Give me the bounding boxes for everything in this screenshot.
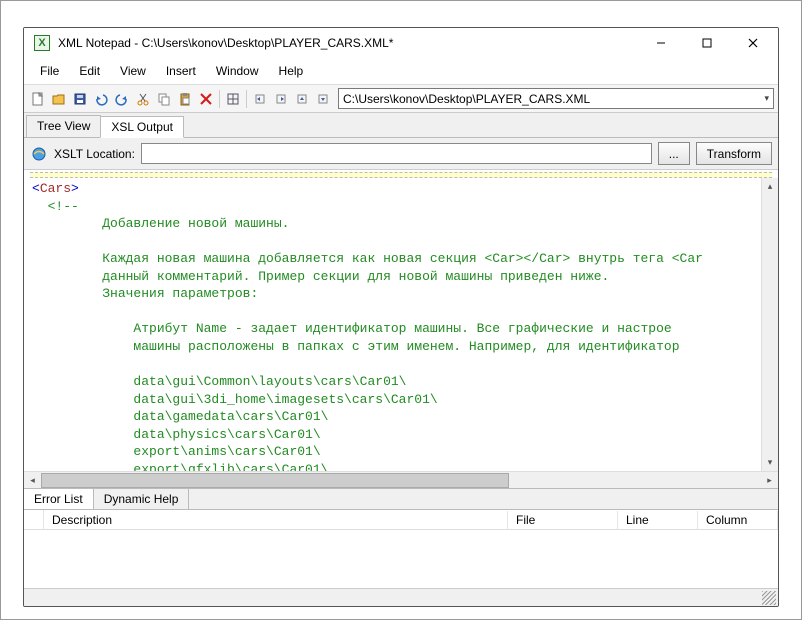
- menu-file[interactable]: File: [30, 60, 69, 82]
- bottom-tabs: Error List Dynamic Help: [24, 488, 778, 510]
- nudge-up-icon[interactable]: [292, 89, 312, 109]
- tab-error-list[interactable]: Error List: [24, 489, 94, 509]
- hscroll-thumb[interactable]: [41, 473, 509, 488]
- error-list-header: Description File Line Column: [24, 510, 778, 530]
- browse-button[interactable]: ...: [658, 142, 690, 165]
- menubar: File Edit View Insert Window Help: [24, 58, 778, 85]
- col-description[interactable]: Description: [44, 511, 508, 529]
- outer-frame: X XML Notepad - C:\Users\konov\Desktop\P…: [0, 0, 802, 620]
- window-title: XML Notepad - C:\Users\konov\Desktop\PLA…: [58, 36, 638, 50]
- transform-button[interactable]: Transform: [696, 142, 772, 165]
- copy-icon[interactable]: [154, 89, 174, 109]
- menu-edit[interactable]: Edit: [69, 60, 110, 82]
- hscroll-track[interactable]: [41, 472, 761, 489]
- col-line[interactable]: Line: [618, 511, 698, 529]
- nudge-left-icon[interactable]: [250, 89, 270, 109]
- scroll-left-icon[interactable]: ◂: [24, 472, 41, 489]
- nudge-right-icon[interactable]: [271, 89, 291, 109]
- dropdown-arrow-icon[interactable]: ▾: [764, 93, 769, 104]
- resize-grip[interactable]: [762, 591, 776, 605]
- menu-insert[interactable]: Insert: [156, 60, 206, 82]
- scroll-right-icon[interactable]: ▸: [761, 472, 778, 489]
- app-icon: X: [34, 35, 50, 51]
- scroll-up-icon[interactable]: ▴: [762, 178, 778, 195]
- ie-icon: [30, 145, 48, 163]
- window-controls: [638, 28, 776, 58]
- scroll-down-icon[interactable]: ▾: [762, 454, 778, 471]
- xslt-bar: XSLT Location: ... Transform: [24, 138, 778, 170]
- tab-dynamic-help[interactable]: Dynamic Help: [94, 489, 190, 509]
- file-path-text: C:\Users\konov\Desktop\PLAYER_CARS.XML: [343, 92, 590, 106]
- nudge-down-icon[interactable]: [313, 89, 333, 109]
- content-area: <Cars> <!-- Добавление новой машины. Каж…: [24, 170, 778, 488]
- col-column[interactable]: Column: [698, 511, 778, 529]
- code-output[interactable]: <Cars> <!-- Добавление новой машины. Каж…: [24, 178, 761, 471]
- toolbar-separator: [219, 90, 220, 108]
- menu-view[interactable]: View: [110, 60, 156, 82]
- titlebar: X XML Notepad - C:\Users\konov\Desktop\P…: [24, 28, 778, 58]
- xslt-location-label: XSLT Location:: [54, 147, 135, 161]
- tool-icon-1[interactable]: [223, 89, 243, 109]
- xslt-location-input[interactable]: [141, 143, 652, 164]
- code-viewport: <Cars> <!-- Добавление новой машины. Каж…: [24, 178, 778, 471]
- cut-icon[interactable]: [133, 89, 153, 109]
- paste-icon[interactable]: [175, 89, 195, 109]
- close-button[interactable]: [730, 28, 776, 58]
- redo-icon[interactable]: [112, 89, 132, 109]
- col-file[interactable]: File: [508, 511, 618, 529]
- toolbar: C:\Users\konov\Desktop\PLAYER_CARS.XML ▾: [24, 85, 778, 113]
- open-file-icon[interactable]: [49, 89, 69, 109]
- menu-help[interactable]: Help: [269, 60, 314, 82]
- horizontal-scrollbar[interactable]: ◂ ▸: [24, 471, 778, 488]
- delete-icon[interactable]: [196, 89, 216, 109]
- minimize-button[interactable]: [638, 28, 684, 58]
- tab-tree-view[interactable]: Tree View: [26, 115, 101, 137]
- error-list-body[interactable]: [24, 530, 778, 588]
- toolbar-separator: [246, 90, 247, 108]
- tab-xsl-output[interactable]: XSL Output: [100, 116, 184, 138]
- new-file-icon[interactable]: [28, 89, 48, 109]
- file-path-combo[interactable]: C:\Users\konov\Desktop\PLAYER_CARS.XML ▾: [338, 88, 774, 109]
- save-icon[interactable]: [70, 89, 90, 109]
- menu-window[interactable]: Window: [206, 60, 269, 82]
- vertical-scrollbar[interactable]: ▴ ▾: [761, 178, 778, 471]
- statusbar: [24, 588, 778, 606]
- error-icon-col: [24, 510, 44, 529]
- undo-icon[interactable]: [91, 89, 111, 109]
- view-tabs: Tree View XSL Output: [24, 113, 778, 138]
- app-window: X XML Notepad - C:\Users\konov\Desktop\P…: [23, 27, 779, 607]
- maximize-button[interactable]: [684, 28, 730, 58]
